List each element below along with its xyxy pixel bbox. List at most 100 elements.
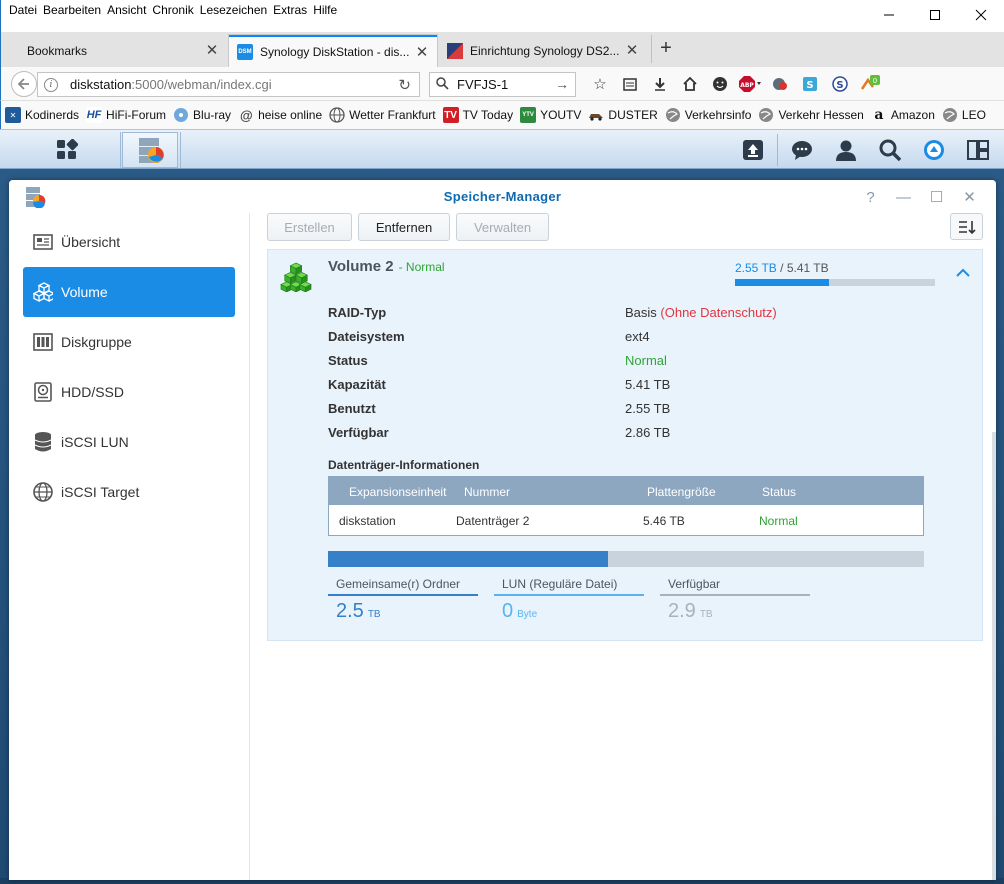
menu-ansicht[interactable]: Ansicht [105,3,150,17]
bookmark-amazon[interactable]: a Amazon [871,107,935,123]
search-icon[interactable] [868,134,912,166]
menu-extras[interactable]: Extras [271,3,311,17]
storage-manager-icon [139,138,164,163]
user-icon[interactable] [824,134,868,166]
remove-button[interactable]: Entfernen [358,213,450,241]
reader-list-icon[interactable] [615,74,645,94]
tab-bookmarks[interactable]: Bookmarks ✕ [9,35,227,67]
messages-icon[interactable] [780,134,824,166]
column-header[interactable]: Status [762,485,796,499]
search-input[interactable]: FVFJS-1 → [429,72,576,97]
window-titlebar[interactable]: Speicher-Manager ? — ☐ ✕ [9,180,996,213]
upload-queue-icon[interactable] [731,134,775,166]
close-icon [975,9,987,21]
bookmark-star-icon[interactable]: ☆ [585,74,615,94]
tv-today-icon: TV [442,107,459,123]
tab-einrichtung[interactable]: Einrichtung Synology DS2... ✕ [439,35,647,67]
sidebar-item-iscsi-target[interactable]: iSCSI Target [23,467,235,517]
create-button[interactable]: Erstellen [267,213,352,241]
help-button[interactable]: ? [854,187,887,207]
sidebar-item-label: Diskgruppe [61,334,132,350]
bookmark-duster[interactable]: DUSTER [588,107,658,123]
legend-label: Gemeinsame(r) Ordner [328,576,478,596]
url-bar[interactable]: i diskstation:5000/webman/index.cgi ↻ [37,72,420,97]
close-tab-icon[interactable]: ✕ [205,43,219,58]
sidebar-item-label: iSCSI Target [61,484,140,500]
badge-addon-icon[interactable]: 0 [855,74,885,94]
bookmark-hifi-forum[interactable]: HF HiFi-Forum [86,107,166,123]
svg-text:ABP: ABP [740,82,754,89]
main-menu-icon [57,139,78,159]
bookmark-wetter-frankfurt[interactable]: Wetter Frankfurt [329,107,436,123]
menu-chronik[interactable]: Chronik [150,3,197,17]
close-tab-icon[interactable]: ✕ [415,45,429,60]
s-addon-icon[interactable]: S [825,74,855,94]
tab-separator [651,35,652,63]
bookmark-tv-today[interactable]: TV TV Today [442,107,514,123]
amazon-icon: a [874,107,884,123]
volume-usage-bar [735,279,935,286]
sidebar-item-overview[interactable]: Übersicht [23,217,235,267]
sidebar-item-label: Übersicht [61,234,121,250]
bookmark-verkehrsinfo[interactable]: Verkehrsinfo [665,107,751,123]
back-button[interactable] [11,71,37,97]
volume-total: / 5.41 TB [776,261,829,275]
column-header[interactable]: Nummer [464,485,510,499]
sort-button[interactable] [950,213,983,240]
menu-datei[interactable]: Datei [7,3,41,17]
menu-lesezeichen[interactable]: Lesezeichen [198,3,271,17]
maximize-button[interactable]: ☐ [920,187,953,207]
adblock-plus-icon[interactable]: ABP [735,74,765,94]
privacy-addon-icon[interactable] [765,74,795,94]
manage-button[interactable]: Verwalten [456,213,549,241]
new-tab-button[interactable]: + [655,38,677,60]
column-header[interactable]: Plattengröße [647,485,716,499]
reload-icon[interactable]: ↻ [398,76,411,94]
disk-info-table: Expansionseinheit Nummer Plattengröße St… [328,476,924,536]
bookmark-blu-ray[interactable]: Blu-ray [173,107,231,123]
search-go-icon[interactable]: → [555,76,569,92]
taskbar-separator [120,132,121,168]
home-icon[interactable] [675,74,705,94]
sidebar-item-hdd-ssd[interactable]: HDD/SSD [23,367,235,417]
tab-synology-diskstation[interactable]: DSM Synology DiskStation - dis... ✕ [229,35,437,67]
taskbar-separator [777,134,778,166]
collapse-chevron-icon[interactable] [956,265,970,281]
breakdown-bar [328,551,924,567]
minimize-window-button[interactable] [866,0,912,30]
close-window-button[interactable] [958,0,1004,30]
table-row[interactable]: diskstation Datenträger 2 5.46 TB Normal [329,505,923,535]
diskgroup-icon [33,332,53,352]
volume-cubes-icon [280,262,312,292]
bookmark-youtv[interactable]: YTV YOUTV [520,107,581,123]
minimize-button[interactable]: — [887,187,920,207]
window-scrollbar[interactable] [992,432,996,880]
sidebar-item-diskgroup[interactable]: Diskgruppe [23,317,235,367]
downloads-icon[interactable] [645,74,675,94]
sidebar-item-iscsi-lun[interactable]: iSCSI LUN [23,417,235,467]
column-header[interactable]: Expansionseinheit [349,485,446,499]
close-tab-icon[interactable]: ✕ [625,43,639,58]
site-info-icon[interactable]: i [44,77,58,92]
sidebar-item-volume[interactable]: Volume [23,267,235,317]
sort-icon [958,220,976,234]
bookmark-label: TV Today [462,108,514,122]
bookmark-leo[interactable]: LEO [942,107,986,123]
bookmark-heise-online[interactable]: @ heise online [238,107,322,123]
menu-bearbeiten[interactable]: Bearbeiten [41,3,105,17]
cell-number: Datenträger 2 [456,514,530,528]
emoji-addon-icon[interactable] [705,74,735,94]
dsm-pilot-icon[interactable] [912,134,956,166]
bookmark-verkehr-hessen[interactable]: Verkehr Hessen [758,107,864,123]
lun-icon [33,432,53,452]
taskbar-storage-manager[interactable] [122,132,178,168]
bookmark-kodinerds[interactable]: ✕ Kodinerds [5,107,79,123]
skype-addon-icon[interactable]: S [795,74,825,94]
close-button[interactable]: ✕ [953,187,986,207]
browser-tabbar: Bookmarks ✕ DSM Synology DiskStation - d… [0,32,1004,67]
main-menu-button[interactable] [22,132,112,168]
maximize-window-button[interactable] [912,0,958,30]
menu-hilfe[interactable]: Hilfe [311,3,341,17]
bookmark-label: Wetter Frankfurt [349,108,436,122]
widgets-icon[interactable] [956,134,1000,166]
